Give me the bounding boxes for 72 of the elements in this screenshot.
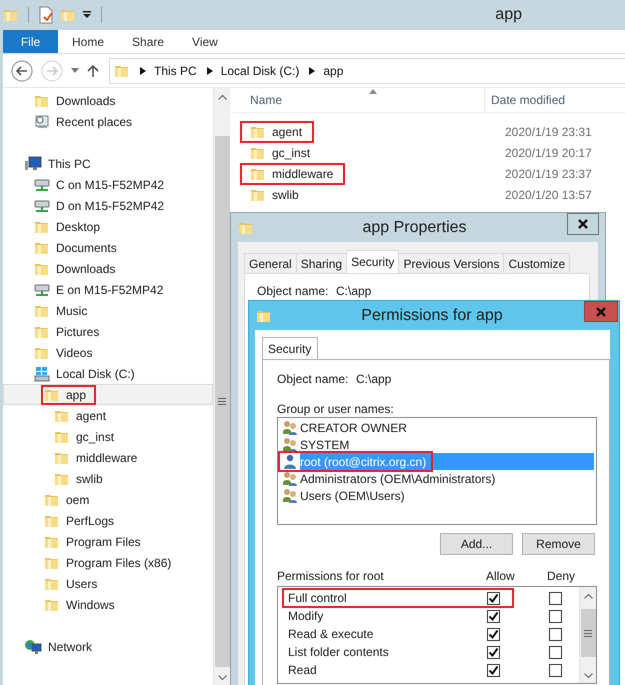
column-header: Deny [547, 569, 576, 583]
sidebar-item[interactable]: Videos [56, 346, 92, 360]
column-header[interactable]: Name [230, 88, 485, 112]
sidebar-item[interactable]: Program Files (x86) [66, 556, 172, 570]
sidebar-item[interactable]: C on M15-F52MP42 [56, 178, 164, 192]
field-value: C:\app [356, 372, 392, 386]
permission-name: Full control [288, 591, 348, 605]
permission-name: List folder contents [288, 645, 390, 659]
breadcrumb[interactable]: This PC [154, 64, 197, 78]
dialog-tab[interactable]: Customize [503, 253, 570, 273]
date-cell: 2020/1/20 13:57 [505, 188, 592, 202]
sidebar-item[interactable]: E on M15-F52MP42 [56, 282, 164, 296]
date-cell: 2020/1/19 20:17 [505, 146, 592, 160]
column-header: Allow [486, 569, 516, 583]
dialog-tab[interactable]: Security [346, 250, 400, 273]
permission-name: Read [288, 663, 318, 677]
permission-name: Read & execute [288, 627, 374, 641]
sidebar-item[interactable]: PerfLogs [66, 514, 114, 528]
sidebar-item[interactable]: Windows [66, 598, 115, 612]
ribbon-tab[interactable]: View [178, 30, 232, 53]
permission-name: Modify [288, 609, 324, 623]
date-cell: 2020/1/19 23:31 [505, 124, 592, 138]
dialog-title: app Properties [361, 218, 468, 236]
ribbon-tab[interactable]: Home [58, 30, 118, 53]
sidebar-item[interactable]: app [3, 384, 213, 405]
field-label: Object name: [277, 372, 350, 386]
sidebar-item[interactable]: D on M15-F52MP42 [56, 198, 164, 212]
sidebar-item[interactable]: middleware [76, 450, 138, 464]
breadcrumb[interactable]: app [323, 64, 344, 78]
dialog-title: Permissions for app [360, 306, 504, 324]
dialog-tab[interactable]: General [244, 253, 297, 273]
file-name[interactable]: agent [272, 124, 302, 138]
sidebar-item[interactable]: gc_inst [76, 430, 114, 444]
sidebar-item[interactable]: swlib [76, 472, 103, 486]
sidebar-item[interactable]: Music [56, 304, 88, 318]
user-name[interactable]: Users (OEM\Users) [300, 488, 405, 502]
section-label: Group or user names: [277, 402, 395, 416]
sidebar-item[interactable]: Local Disk (C:) [56, 366, 135, 380]
dialog-button[interactable]: Add... [440, 533, 513, 555]
date-cell: 2020/1/19 23:37 [505, 166, 592, 180]
section-label: Permissions for root [277, 569, 385, 583]
sidebar-item[interactable]: Downloads [56, 94, 116, 108]
field-label: Object name: [257, 284, 330, 298]
sidebar-item[interactable]: This PC [48, 156, 91, 170]
sidebar-item[interactable]: Recent places [56, 114, 132, 128]
dialog-tab[interactable]: Security [262, 337, 318, 359]
sidebar-item[interactable]: oem [66, 492, 90, 506]
sidebar-item[interactable]: Network [48, 640, 92, 654]
file-tab[interactable]: File [3, 30, 58, 53]
column-header[interactable]: Date modified [485, 88, 566, 112]
file-name[interactable]: middleware [272, 166, 334, 180]
user-name[interactable]: SYSTEM [300, 438, 350, 452]
window-title: app [495, 6, 522, 24]
user-name[interactable]: Administrators (OEM\Administrators) [300, 472, 496, 486]
dialog-tab[interactable]: Sharing [296, 253, 348, 273]
sidebar-item[interactable]: Users [66, 576, 98, 590]
sidebar-item[interactable]: agent [76, 408, 106, 422]
file-name[interactable]: swlib [272, 188, 299, 202]
file-name[interactable]: gc_inst [272, 146, 310, 160]
address-bar[interactable]: This PC Local Disk (C:) app [109, 58, 625, 84]
ribbon-tab[interactable]: Share [118, 30, 178, 53]
user-name[interactable]: CREATOR OWNER [300, 420, 407, 434]
user-list[interactable]: CREATOR OWNER SYSTEM root (root@citrix.org.cn) Administrators (OEM\Administrators) Users (OEM\Users) [277, 417, 597, 525]
sidebar-item[interactable]: Desktop [56, 220, 100, 234]
sidebar-item[interactable]: Program Files [66, 534, 141, 548]
sidebar-item[interactable]: Documents [56, 240, 117, 254]
breadcrumb[interactable]: Local Disk (C:) [220, 64, 300, 78]
field-value: C:\app [336, 284, 372, 298]
sidebar-item[interactable]: Pictures [56, 324, 100, 338]
dialog-button[interactable]: Remove [522, 533, 595, 555]
sidebar-item[interactable]: Downloads [56, 262, 116, 276]
item-label: app [66, 388, 86, 402]
